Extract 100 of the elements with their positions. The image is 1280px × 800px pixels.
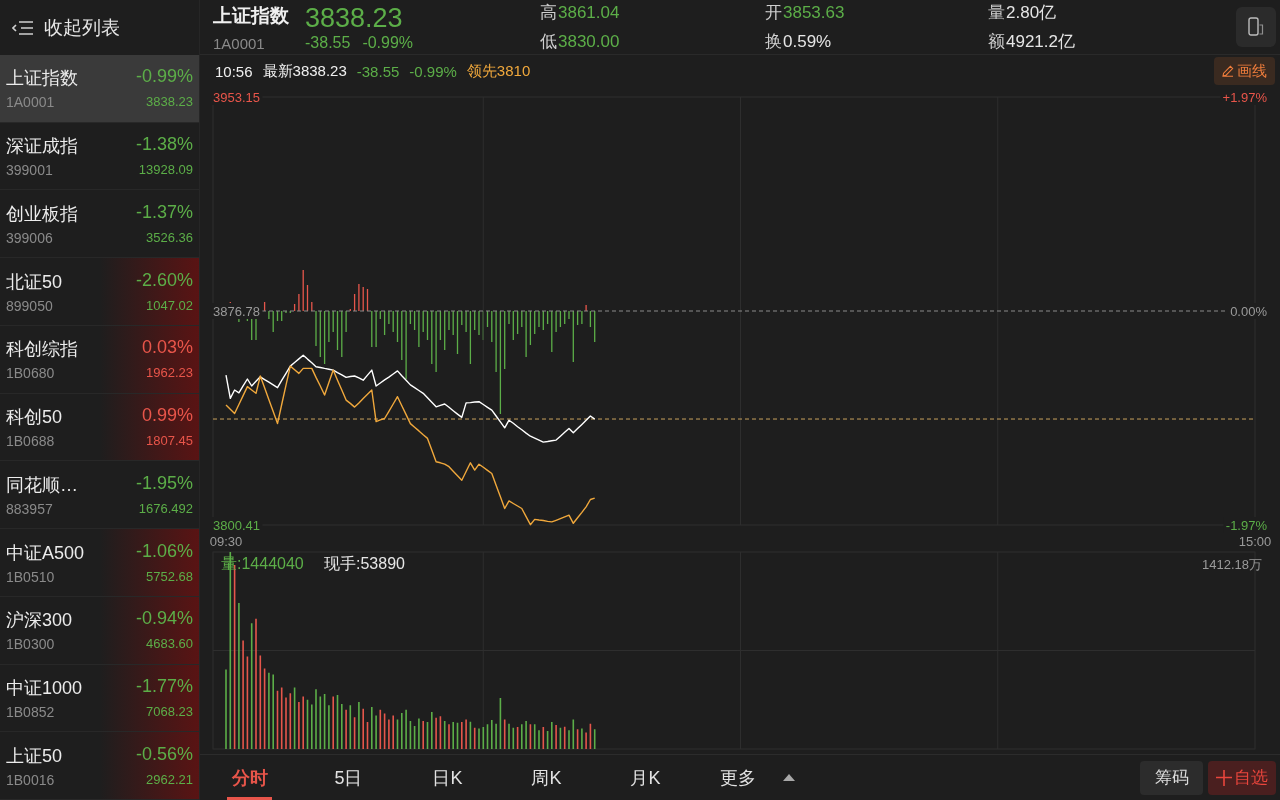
index-price: 1807.45	[146, 433, 193, 450]
change-percent: -0.56%	[135, 743, 193, 766]
index-code: 899050	[6, 297, 54, 314]
add-watchlist-button[interactable]: 自选	[1208, 760, 1276, 795]
index-price: 1676.492	[138, 500, 193, 517]
stat-value: 2.80亿	[1006, 2, 1057, 24]
chart-change-percent: -0.99%	[409, 62, 457, 80]
stat-label: 高	[540, 2, 557, 24]
index-price: 13928.09	[138, 162, 193, 179]
period-tab[interactable]: 分时	[200, 755, 299, 800]
index-price: 3526.36	[146, 229, 193, 246]
stat-value: 0.59%	[783, 32, 832, 52]
y-axis-label: 3800.41	[213, 517, 260, 533]
index-code: 1B0688	[6, 433, 56, 450]
change-percent: -1.38%	[135, 134, 193, 157]
index-list-item[interactable]: 上证50 -0.56% 1B0016 2962.21	[0, 732, 199, 800]
index-code: 1B0300	[6, 636, 56, 653]
index-code: 883957	[6, 500, 54, 517]
quote-name: 上证指数	[213, 3, 289, 28]
index-code: 1B0852	[6, 703, 56, 720]
index-list-item[interactable]: 创业板指 -1.37% 399006 3526.36	[0, 190, 199, 259]
pencil-icon	[1222, 65, 1234, 77]
index-code: 399006	[6, 229, 54, 246]
index-code: 399001	[6, 162, 54, 179]
index-code: 1B0510	[6, 568, 56, 585]
more-tab[interactable]: 更多	[695, 755, 805, 800]
index-name: 创业板指	[6, 202, 79, 226]
index-code: 1B0680	[6, 365, 56, 382]
stat-value: 4921.2亿	[1006, 31, 1075, 53]
x-axis-label: 15:00	[1238, 533, 1272, 549]
change-percent: -1.77%	[135, 675, 193, 698]
period-tab[interactable]: 月K	[596, 755, 695, 800]
index-list-item[interactable]: 科创综指 0.03% 1B0680 1962.23	[0, 325, 199, 394]
index-name: 沪深300	[6, 609, 74, 633]
y-axis-label: -1.97%	[1225, 517, 1267, 533]
index-name: 深证成指	[6, 135, 79, 159]
index-price: 1962.23	[146, 365, 193, 382]
period-tab[interactable]: 周K	[497, 755, 596, 800]
index-name: 上证50	[6, 744, 64, 768]
lead-index-value: 领先3810	[466, 61, 531, 81]
index-name: 同花顺…	[6, 473, 79, 497]
index-list-item[interactable]: 中证1000 -1.77% 1B0852 7068.23	[0, 664, 199, 733]
change-percent: -0.94%	[135, 608, 193, 631]
index-list-item[interactable]: 同花顺… -1.95% 883957 1676.492	[0, 461, 199, 530]
change-percent: -1.95%	[135, 472, 193, 495]
quote-price: 3838.23	[305, 2, 403, 33]
index-name: 中证A500	[6, 541, 86, 565]
chips-button[interactable]: 筹码	[1140, 760, 1203, 795]
index-name: 中证1000	[6, 676, 84, 700]
period-tab[interactable]: 日K	[398, 755, 497, 800]
stat-value: 3861.04	[558, 3, 620, 23]
phone-icon	[1248, 17, 1264, 37]
index-list-item[interactable]: 上证指数 -0.99% 1A0001 3838.23	[0, 55, 199, 123]
stat-value: 3830.00	[558, 32, 620, 52]
latest-price: 最新3838.23	[262, 61, 347, 81]
index-code: 1A0001	[6, 94, 56, 111]
index-list-item[interactable]: 北证50 -2.60% 899050 1047.02	[0, 258, 199, 326]
change-percent: -2.60%	[135, 269, 193, 292]
stat-label: 开	[765, 2, 782, 24]
change-percent: -1.06%	[135, 540, 193, 563]
index-name: 科创综指	[6, 338, 79, 362]
plus-icon	[1216, 769, 1232, 786]
index-name: 科创50	[6, 406, 64, 430]
change-percent: 0.03%	[141, 337, 193, 360]
index-price: 5752.68	[146, 568, 193, 585]
stat-label: 量	[988, 2, 1005, 24]
stat-label: 额	[988, 31, 1005, 53]
index-list-item[interactable]: 中证A500 -1.06% 1B0510 5752.68	[0, 529, 199, 597]
index-list-item[interactable]: 科创50 0.99% 1B0688 1807.45	[0, 393, 199, 462]
chart-time: 10:56	[215, 62, 253, 80]
index-list-item[interactable]: 深证成指 -1.38% 399001 13928.09	[0, 122, 199, 191]
index-price: 4683.60	[146, 636, 193, 653]
index-price: 3838.23	[146, 94, 193, 111]
index-list-item[interactable]: 沪深300 -0.94% 1B0300 4683.60	[0, 596, 199, 665]
quote-change-percent: -0.99%	[362, 33, 414, 52]
index-price: 1047.02	[146, 297, 193, 314]
change-percent: -1.37%	[135, 201, 193, 224]
draw-line-button[interactable]: 画线	[1214, 57, 1275, 85]
x-axis-label: 09:30	[209, 533, 243, 549]
stat-value: 3853.63	[783, 3, 845, 23]
chart-change: -38.55	[356, 62, 400, 80]
change-percent: -0.99%	[135, 66, 193, 89]
stat-label: 低	[540, 31, 557, 53]
list-collapse-icon	[12, 19, 34, 36]
y-axis-label: 3876.78	[213, 303, 260, 319]
stat-label: 换	[765, 31, 782, 53]
index-price: 7068.23	[146, 703, 193, 720]
index-name: 北证50	[6, 270, 64, 294]
y-axis-label: 0.00%	[1230, 303, 1267, 319]
volume-scale-label: 1412.18万	[1202, 556, 1262, 572]
screen-rotate-button[interactable]	[1236, 7, 1276, 47]
index-code: 1B0016	[6, 771, 56, 788]
y-axis-label: +1.97%	[1222, 89, 1267, 105]
quote-change: -38.55	[305, 33, 351, 52]
period-tab[interactable]: 5日	[299, 755, 398, 800]
index-name: 上证指数	[6, 67, 79, 91]
index-price: 2962.21	[146, 771, 193, 788]
change-percent: 0.99%	[141, 405, 193, 428]
quote-code: 1A0001	[213, 34, 265, 52]
y-axis-label: 3953.15	[213, 89, 260, 105]
